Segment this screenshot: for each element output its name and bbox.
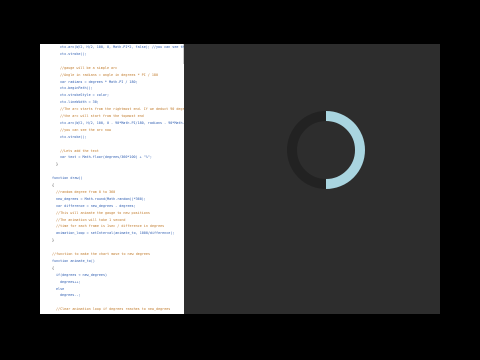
code-line: var difference = new_degrees - degrees; <box>56 203 136 208</box>
code-line: ctx.stroke(); <box>60 134 87 139</box>
code-line: var text = Math.floor(degrees/360*100) +… <box>60 155 152 160</box>
code-line: ctx.arc(W/2, H/2, 100, 0 - 90*Math.PI/18… <box>60 120 184 125</box>
code-line: function animate_to() <box>52 258 95 263</box>
code-line: //the arc will start from the topmost en… <box>60 114 144 118</box>
code-line: degrees++; <box>60 279 81 284</box>
code-line: //The animation will take 1 second <box>56 217 126 222</box>
code-line: { <box>52 265 55 270</box>
code-line: //This will animate the gauge to new pos… <box>56 210 150 215</box>
code-line: ctx.lineWidth = 30; <box>60 100 99 105</box>
code-line: } <box>52 238 55 243</box>
code-line: ctx.strokeStyle = color; <box>60 93 109 98</box>
video-frame: ctx.arc(W/2, H/2, 100, 0, Math.PI*2, fal… <box>40 44 440 314</box>
code-line: //Lets add the text <box>60 148 99 153</box>
gauge-chart <box>287 111 365 189</box>
code-line: //Clear animation loop if degrees reache… <box>56 307 171 312</box>
code-line: } <box>56 162 59 167</box>
code-line: animation_loop = setInterval(animate_to,… <box>56 231 175 236</box>
code-line: ctx.arc(W/2, H/2, 100, 0, Math.PI*2, fal… <box>60 45 184 49</box>
code-line: ctx.beginPath(); <box>60 86 93 91</box>
code-line: ctx.stroke(); <box>60 51 87 56</box>
code-line: //The arc starts from the rightmost end.… <box>60 107 184 112</box>
code-line: //time for each frame is 1sec / differen… <box>56 224 165 229</box>
code-line: //Angle in radians = angle in degrees * … <box>60 72 158 77</box>
canvas-preview <box>184 44 440 314</box>
code-line: //gauge will be a simple arc <box>60 65 118 70</box>
code-line: { <box>52 183 55 187</box>
code-line: if(degrees < new_degrees) <box>56 272 108 277</box>
code-line: //you can see the arc now <box>60 127 112 132</box>
code-line: var radians = degrees * Math.PI / 180; <box>60 79 138 84</box>
code-line: //random degree from 0 to 360 <box>56 189 116 194</box>
code-editor[interactable]: ctx.arc(W/2, H/2, 100, 0, Math.PI*2, fal… <box>40 44 184 314</box>
code-line: degrees--; <box>60 293 81 298</box>
code-line: new_degrees = Math.round(Math.random()*3… <box>56 196 146 201</box>
code-line: else <box>56 286 65 291</box>
code-line: //function to make the chart move to new… <box>52 252 150 256</box>
code-line: function draw() <box>52 176 83 181</box>
gauge-arc <box>325 111 365 189</box>
